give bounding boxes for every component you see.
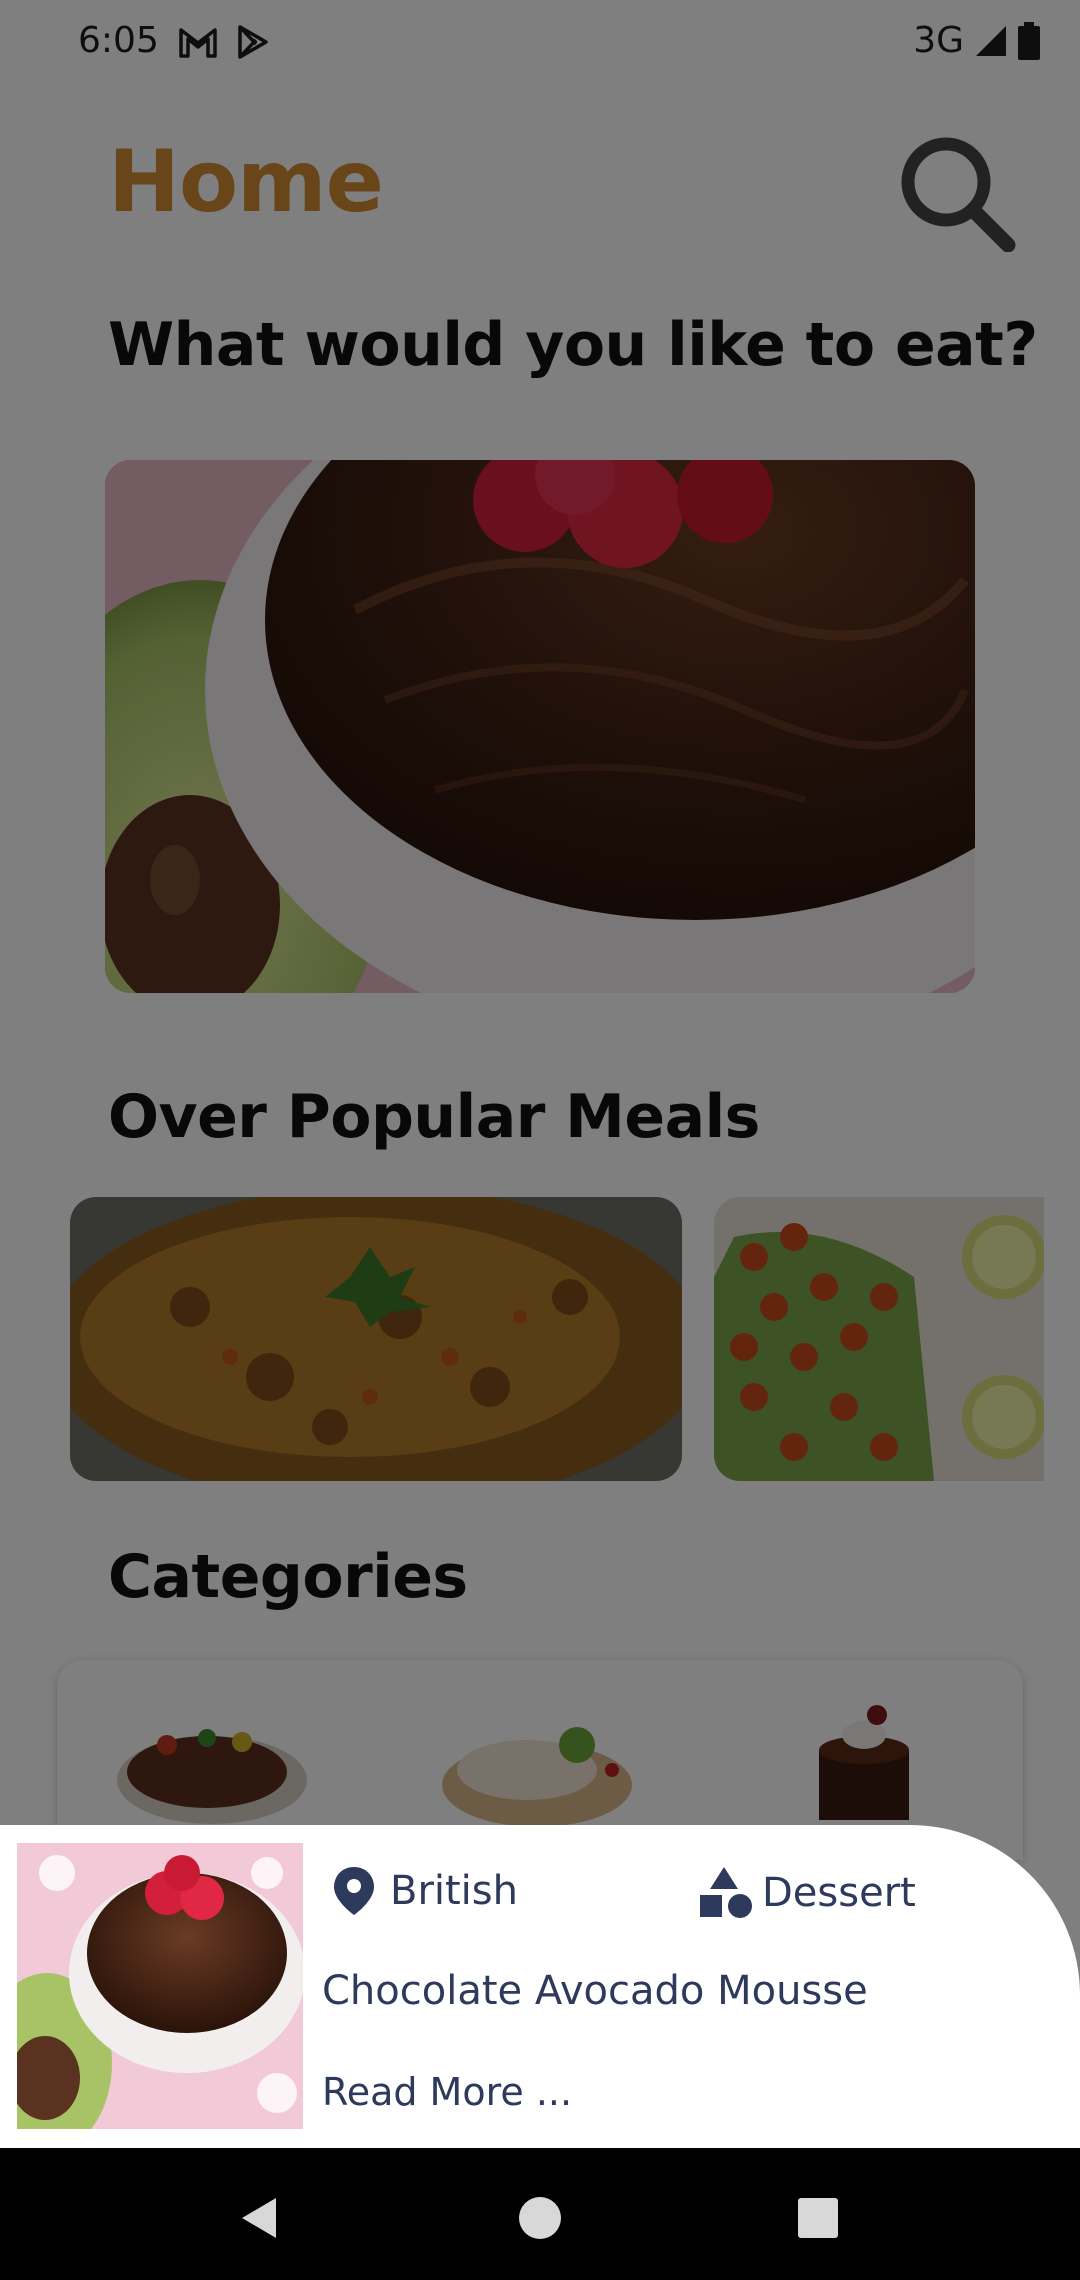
meal-category: Dessert: [698, 1865, 916, 1921]
recents-icon: [798, 2198, 838, 2238]
meal-category-label: Dessert: [762, 1870, 916, 1916]
screen: 6:05 3G Home What would you lik: [0, 0, 1080, 2280]
chocolate-avocado-mousse-photo: [17, 1843, 303, 2129]
system-nav-bar: [0, 2148, 1080, 2280]
meal-name: Chocolate Avocado Mousse: [322, 1968, 868, 2014]
meal-preview-sheet[interactable]: British Dessert Chocolate Avocado Mousse…: [0, 1825, 1080, 2148]
home-button[interactable]: [500, 2178, 580, 2258]
read-more-link[interactable]: Read More ...: [322, 2070, 572, 2114]
meal-thumbnail: [17, 1843, 303, 2129]
shapes-icon: [700, 1867, 752, 1918]
home-icon: [519, 2197, 561, 2239]
back-icon: [242, 2198, 276, 2238]
meal-area: British: [332, 1865, 518, 1917]
location-pin-icon: [334, 1867, 374, 1915]
recents-button[interactable]: [778, 2178, 858, 2258]
back-button[interactable]: [220, 2178, 300, 2258]
meal-area-label: British: [390, 1868, 518, 1914]
